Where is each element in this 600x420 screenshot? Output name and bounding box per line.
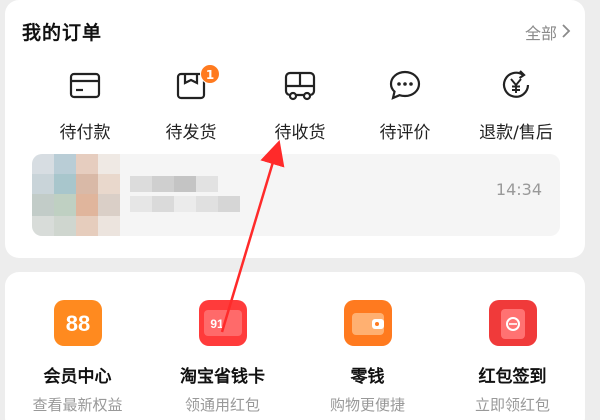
order-pending-review[interactable]: 待评价 [350, 62, 460, 152]
refund-yen-icon [499, 68, 533, 102]
chevron-right-icon [561, 23, 571, 42]
service-member-center-sub: 查看最新权益 [32, 396, 123, 414]
service-change-wallet-sub: 购物更便捷 [329, 396, 405, 414]
order-pending-payment-label: 待付款 [59, 123, 111, 143]
order-pending-shipment[interactable]: 1 待发货 [136, 62, 246, 152]
service-redpacket-checkin[interactable]: 红包签到 立即领红包 [440, 272, 585, 420]
service-member-center[interactable]: 88 会员中心 查看最新权益 [5, 272, 150, 420]
svg-text:91: 91 [210, 317, 224, 331]
recent-order-time: 14:34 [495, 180, 542, 199]
orders-title: 我的订单 [22, 22, 103, 44]
blurred-thumbnail [32, 154, 262, 236]
member-88-icon: 88 [53, 300, 102, 346]
wallet-card-icon [68, 68, 102, 102]
order-pending-review-label: 待评价 [379, 123, 431, 143]
order-pending-shipment-label: 待发货 [165, 123, 217, 143]
service-change-wallet[interactable]: 零钱 购物更便捷 [295, 272, 440, 420]
taobao-my-page: 我的订单 全部 待付款 1 待发货 待收货 待评价 退款/售后 14:34 88… [0, 0, 600, 420]
recent-order-preview[interactable]: 14:34 [32, 154, 560, 236]
service-saver-card[interactable]: 91 淘宝省钱卡 领通用红包 [150, 272, 295, 420]
orders-all-label: 全部 [524, 24, 557, 43]
order-refund-aftersale-label: 退款/售后 [479, 123, 553, 143]
delivery-truck-icon [283, 68, 317, 102]
package-box-icon: 1 [174, 64, 220, 102]
wallet-icon [343, 300, 392, 346]
my-orders-card: 我的订单 全部 待付款 1 待发货 待收货 待评价 退款/售后 14:34 [5, 0, 585, 258]
service-redpacket-checkin-sub: 立即领红包 [474, 396, 550, 414]
service-member-center-name: 会员中心 [43, 367, 112, 387]
order-status-row: 待付款 1 待发货 待收货 待评价 退款/售后 [5, 62, 585, 152]
order-pending-receipt-label: 待收货 [274, 123, 326, 143]
order-refund-aftersale[interactable]: 退款/售后 [461, 62, 571, 152]
service-saver-card-name: 淘宝省钱卡 [180, 367, 265, 387]
order-pending-payment[interactable]: 待付款 [30, 62, 140, 152]
orders-all-link[interactable]: 全部 [525, 20, 571, 44]
service-saver-card-sub: 领通用红包 [184, 396, 260, 414]
chat-bubble-icon [388, 68, 422, 102]
service-change-wallet-name: 零钱 [350, 367, 385, 387]
order-pending-receipt[interactable]: 待收货 [245, 62, 355, 152]
svg-text:88: 88 [65, 311, 89, 336]
red-packet-icon [488, 300, 537, 346]
saver-card-icon: 91 [198, 300, 247, 346]
services-card: 88 会员中心 查看最新权益 91 淘宝省钱卡 领通用红包 零钱 购物更便捷 红… [5, 272, 585, 420]
pending-shipment-badge: 1 [200, 64, 220, 84]
service-redpacket-checkin-name: 红包签到 [478, 367, 547, 387]
